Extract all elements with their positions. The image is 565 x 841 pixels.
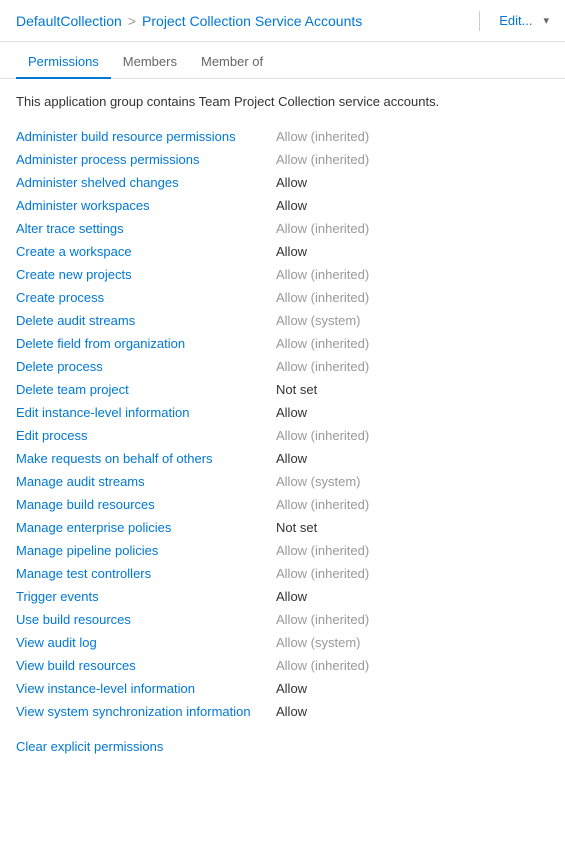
table-row: Manage enterprise policiesNot set (16, 516, 549, 539)
permission-value: Allow (276, 175, 549, 190)
permission-name[interactable]: Delete field from organization (16, 336, 276, 351)
permission-name[interactable]: View audit log (16, 635, 276, 650)
table-row: Administer build resource permissionsAll… (16, 125, 549, 148)
header-actions: Edit... ▾ (471, 10, 549, 31)
permission-name[interactable]: Trigger events (16, 589, 276, 604)
permission-value: Allow (inherited) (276, 290, 549, 305)
permission-value: Allow (276, 589, 549, 604)
table-row: Manage audit streamsAllow (system) (16, 470, 549, 493)
breadcrumb-separator: > (128, 13, 136, 29)
permission-name[interactable]: Edit instance-level information (16, 405, 276, 420)
permission-value: Allow (inherited) (276, 359, 549, 374)
table-row: Delete processAllow (inherited) (16, 355, 549, 378)
permission-value: Allow (inherited) (276, 152, 549, 167)
permission-value: Allow (276, 681, 549, 696)
permission-name[interactable]: Use build resources (16, 612, 276, 627)
permission-name[interactable]: Manage build resources (16, 497, 276, 512)
permission-name[interactable]: Create process (16, 290, 276, 305)
permission-name[interactable]: Edit process (16, 428, 276, 443)
permission-name[interactable]: View system synchronization information (16, 704, 276, 719)
permission-name[interactable]: View build resources (16, 658, 276, 673)
permission-value: Allow (276, 244, 549, 259)
permission-name[interactable]: Alter trace settings (16, 221, 276, 236)
breadcrumb-collection[interactable]: DefaultCollection (16, 13, 122, 29)
table-row: View system synchronization informationA… (16, 700, 549, 723)
breadcrumb-current[interactable]: Project Collection Service Accounts (142, 13, 362, 29)
permission-value: Allow (inherited) (276, 428, 549, 443)
permission-value: Allow (inherited) (276, 267, 549, 282)
permission-name[interactable]: Make requests on behalf of others (16, 451, 276, 466)
breadcrumb: DefaultCollection > Project Collection S… (16, 13, 471, 29)
header-divider (479, 11, 480, 31)
table-row: Use build resourcesAllow (inherited) (16, 608, 549, 631)
table-row: View audit logAllow (system) (16, 631, 549, 654)
clear-explicit-permissions-link[interactable]: Clear explicit permissions (16, 739, 163, 754)
permission-name[interactable]: Delete audit streams (16, 313, 276, 328)
permission-value: Allow (inherited) (276, 336, 549, 351)
permission-value: Allow (inherited) (276, 612, 549, 627)
permission-value: Allow (inherited) (276, 658, 549, 673)
table-row: Create processAllow (inherited) (16, 286, 549, 309)
permission-name[interactable]: Administer build resource permissions (16, 129, 276, 144)
tab-member-of[interactable]: Member of (189, 46, 275, 79)
table-row: Delete team projectNot set (16, 378, 549, 401)
table-row: Trigger eventsAllow (16, 585, 549, 608)
permission-value: Allow (276, 704, 549, 719)
permission-value: Allow (system) (276, 635, 549, 650)
permission-name[interactable]: Administer process permissions (16, 152, 276, 167)
permission-name[interactable]: Delete team project (16, 382, 276, 397)
edit-button[interactable]: Edit... (492, 10, 539, 31)
permission-value: Allow (inherited) (276, 221, 549, 236)
content-area: This application group contains Team Pro… (0, 79, 565, 768)
permissions-table: Administer build resource permissionsAll… (16, 125, 549, 723)
page-header: DefaultCollection > Project Collection S… (0, 0, 565, 42)
table-row: Alter trace settingsAllow (inherited) (16, 217, 549, 240)
permission-value: Allow (inherited) (276, 497, 549, 512)
permission-value: Allow (system) (276, 313, 549, 328)
permission-value: Allow (276, 405, 549, 420)
permission-name[interactable]: Manage pipeline policies (16, 543, 276, 558)
table-row: Delete field from organizationAllow (inh… (16, 332, 549, 355)
table-row: Manage build resourcesAllow (inherited) (16, 493, 549, 516)
table-row: Create new projectsAllow (inherited) (16, 263, 549, 286)
table-row: Administer workspacesAllow (16, 194, 549, 217)
table-row: Manage pipeline policiesAllow (inherited… (16, 539, 549, 562)
permission-value: Allow (276, 451, 549, 466)
permission-name[interactable]: Administer shelved changes (16, 175, 276, 190)
permission-name[interactable]: Manage audit streams (16, 474, 276, 489)
table-row: View build resourcesAllow (inherited) (16, 654, 549, 677)
permission-value: Allow (inherited) (276, 566, 549, 581)
table-row: Manage test controllersAllow (inherited) (16, 562, 549, 585)
permission-name[interactable]: Delete process (16, 359, 276, 374)
table-row: Administer process permissionsAllow (inh… (16, 148, 549, 171)
table-row: View instance-level informationAllow (16, 677, 549, 700)
table-row: Delete audit streamsAllow (system) (16, 309, 549, 332)
permission-name[interactable]: Manage test controllers (16, 566, 276, 581)
table-row: Administer shelved changesAllow (16, 171, 549, 194)
permission-name[interactable]: Create new projects (16, 267, 276, 282)
table-row: Make requests on behalf of othersAllow (16, 447, 549, 470)
description-text: This application group contains Team Pro… (16, 93, 549, 111)
permission-name[interactable]: Create a workspace (16, 244, 276, 259)
chevron-down-icon[interactable]: ▾ (543, 14, 549, 27)
tab-bar: Permissions Members Member of (0, 46, 565, 79)
permission-name[interactable]: Manage enterprise policies (16, 520, 276, 535)
permission-name[interactable]: Administer workspaces (16, 198, 276, 213)
permission-value: Allow (inherited) (276, 543, 549, 558)
table-row: Edit processAllow (inherited) (16, 424, 549, 447)
permission-value: Not set (276, 382, 549, 397)
permission-value: Allow (system) (276, 474, 549, 489)
table-row: Edit instance-level informationAllow (16, 401, 549, 424)
table-row: Create a workspaceAllow (16, 240, 549, 263)
permission-value: Allow (276, 198, 549, 213)
permission-value: Not set (276, 520, 549, 535)
tab-permissions[interactable]: Permissions (16, 46, 111, 79)
tab-members[interactable]: Members (111, 46, 189, 79)
permission-value: Allow (inherited) (276, 129, 549, 144)
permission-name[interactable]: View instance-level information (16, 681, 276, 696)
